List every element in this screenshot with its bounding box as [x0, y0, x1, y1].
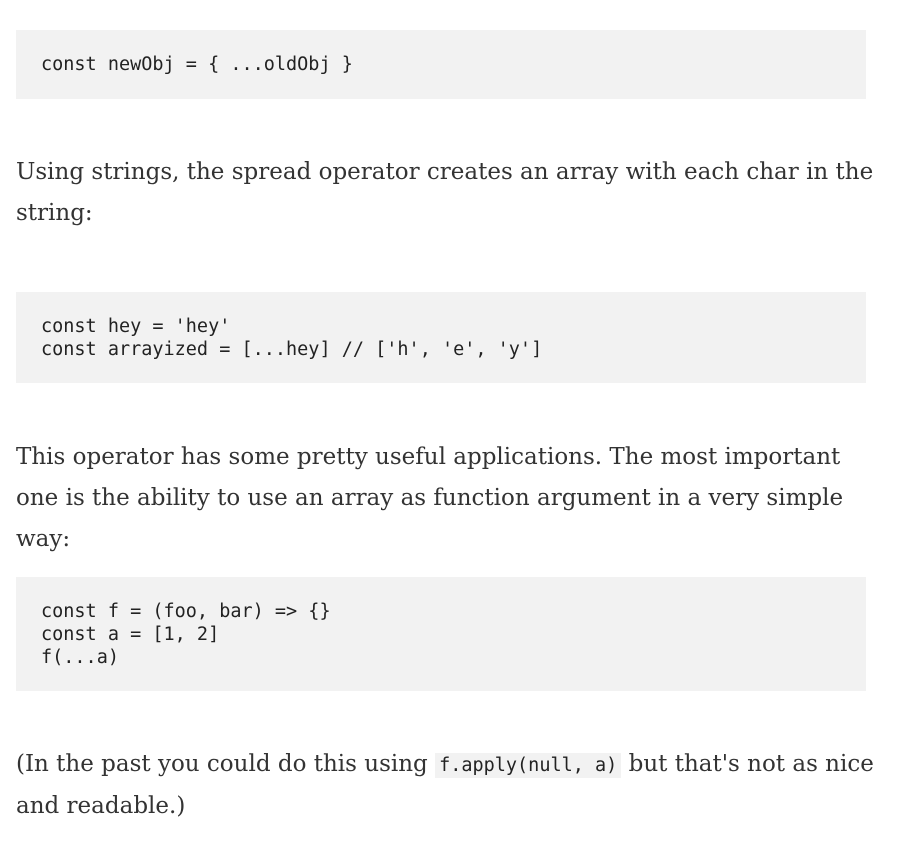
code-block-function-spread: const f = (foo, bar) => {} const a = [1,…: [16, 577, 866, 691]
code-line: const hey = 'hey': [41, 316, 231, 337]
code-block-object-spread: const newObj = { ...oldObj }: [16, 30, 866, 99]
code-line: const f = (foo, bar) => {}: [41, 601, 331, 622]
code-line: const a = [1, 2]: [41, 624, 220, 645]
paragraph-function-arguments: This operator has some pretty useful app…: [16, 444, 844, 552]
code-line: const arrayized = [...hey] // ['h', 'e',…: [41, 339, 543, 360]
code-block-string-spread: const hey = 'hey' const arrayized = [...…: [16, 292, 866, 383]
code-line: const newObj = { ...oldObj }: [41, 54, 353, 75]
code-line: f(...a): [41, 647, 119, 668]
inline-code: f.apply(null, a): [435, 753, 622, 778]
paragraph-apply-note: (In the past you could do this using f.a…: [16, 744, 876, 827]
paragraph-text: (In the past you could do this using: [16, 751, 436, 777]
paragraph-strings-spread: Using strings, the spread operator creat…: [16, 159, 874, 226]
